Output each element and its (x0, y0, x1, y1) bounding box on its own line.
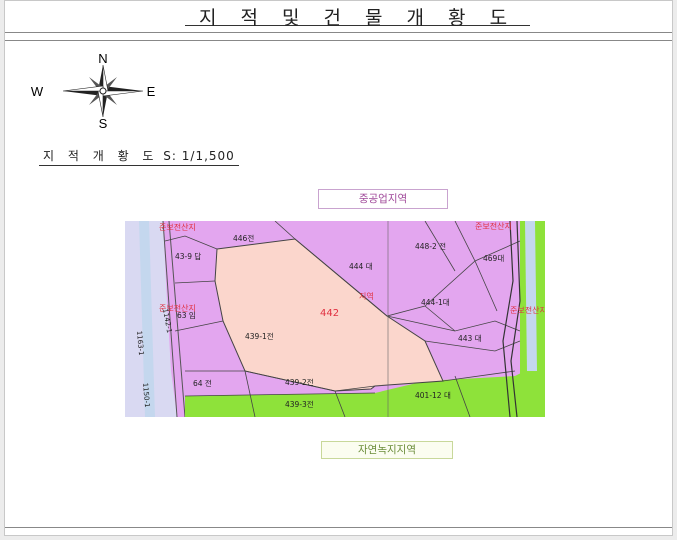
parcel-443: 443 대 (458, 334, 482, 343)
parcel-439-1: 439-1전 (245, 331, 274, 341)
compass-west-label: W (31, 84, 44, 99)
scale-label: 지 적 개 황 도 (43, 149, 159, 163)
compass-east-label: E (147, 84, 156, 99)
document-sheet: 지 적 및 건 물 개 황 도 N S E W 지 적 개 황 도 S: 1/1… (4, 0, 673, 536)
zone-label-left-top: 준보전산지 (159, 222, 196, 232)
compass-north-label: N (98, 53, 107, 66)
header-divider (5, 32, 672, 33)
scale-value: S: 1/1,500 (163, 149, 235, 163)
parcel-43-9: 43-9 답 (175, 251, 201, 261)
parcel-444-1: 444-1대 (421, 298, 450, 307)
parcel-439-3: 439-3전 (285, 399, 314, 409)
zone-tag-green: 자연녹지지역 (321, 441, 453, 459)
page-title: 지 적 및 건 물 개 황 도 (185, 3, 530, 29)
compass-south-label: S (99, 116, 108, 129)
parcel-63: 63 임 (177, 311, 196, 320)
zone-tag-industrial: 중공업지역 (318, 189, 448, 209)
zone-label-right-top: 준보전산지 (475, 221, 512, 231)
parcel-446: 446전 (233, 233, 254, 243)
header-divider-2 (5, 40, 672, 41)
cadastral-map: 준보전산지 준보전산지 준보전산지 준보전산지 지역 442 446전 448-… (125, 221, 545, 417)
footer-divider (5, 527, 672, 528)
scale-caption: 지 적 개 황 도 S: 1/1,500 (39, 147, 239, 166)
parcel-subject-label: 442 (320, 308, 339, 319)
parcel-444: 444 대 (349, 262, 373, 271)
zone-label-subject: 지역 (359, 291, 374, 301)
parcel-64: 64 전 (193, 378, 212, 388)
zone-label-right-mid: 준보전산지 (510, 305, 545, 315)
parcel-469: 469대 (483, 254, 504, 263)
parcel-439-2: 439-2전 (285, 377, 314, 387)
parcel-448-2: 448-2 전 (415, 241, 446, 251)
compass-rose-icon: N S E W (31, 53, 156, 129)
parcel-401-12: 401-12 대 (415, 391, 451, 400)
